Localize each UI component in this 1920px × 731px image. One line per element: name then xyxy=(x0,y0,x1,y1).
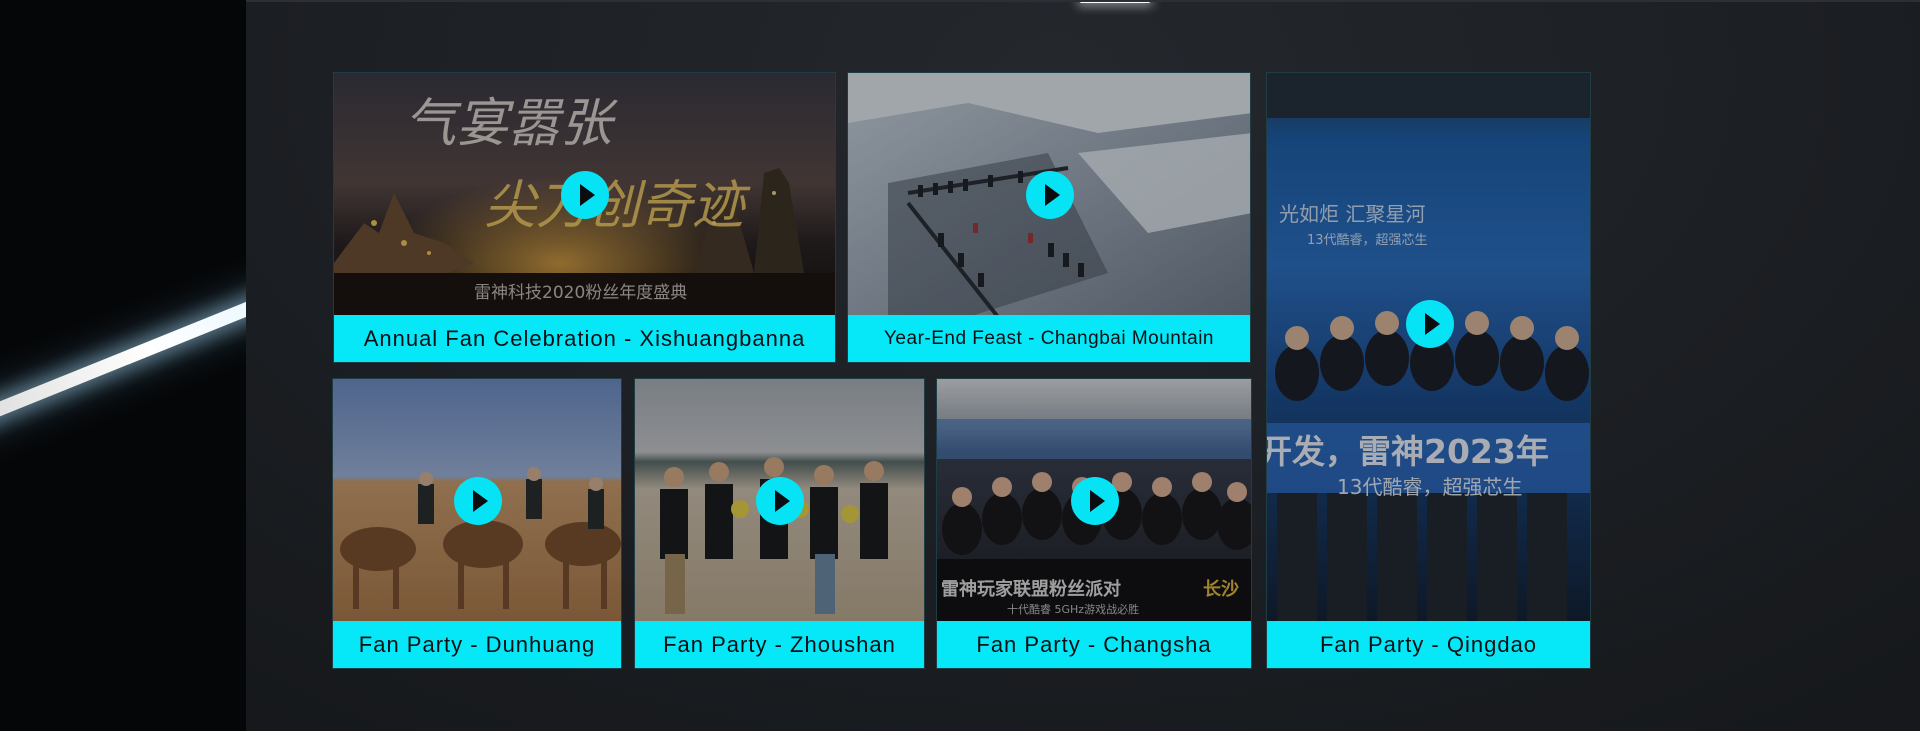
gallery-tile-xishuangbanna[interactable]: 气宴嚣张 尖刀创奇迹 雷神科技2020粉丝年度盛典 Annual Fan Cel… xyxy=(333,72,836,363)
video-thumbnail[interactable]: 光如炬 汇聚星河 13代酷睿，超强芯生 开发，雷神2023年 13代酷睿，超强芯… xyxy=(1267,73,1590,623)
thumbnail-dim-overlay xyxy=(1267,73,1590,623)
play-icon[interactable] xyxy=(756,477,804,525)
light-beam-decoration xyxy=(0,291,246,432)
gallery-tile-changbai-mountain[interactable]: Year-End Feast - Changbai Mountain xyxy=(847,72,1251,363)
tile-caption: Fan Party - Dunhuang xyxy=(333,621,621,668)
page-stage: 气宴嚣张 尖刀创奇迹 雷神科技2020粉丝年度盛典 Annual Fan Cel… xyxy=(0,0,1920,731)
tile-caption: Annual Fan Celebration - Xishuangbanna xyxy=(334,315,835,362)
tile-caption: Year-End Feast - Changbai Mountain xyxy=(848,315,1250,362)
tile-caption: Fan Party - Changsha xyxy=(937,621,1251,668)
gallery-tile-changsha[interactable]: 雷神玩家联盟粉丝派对 长沙 十代酷睿 5GHz游戏战必胜 Fan Party -… xyxy=(936,378,1252,669)
play-icon[interactable] xyxy=(454,477,502,525)
play-icon[interactable] xyxy=(1026,171,1074,219)
play-icon[interactable] xyxy=(1406,300,1454,348)
tile-caption: Fan Party - Qingdao xyxy=(1267,621,1590,668)
play-icon[interactable] xyxy=(1071,477,1119,525)
gallery-panel: 气宴嚣张 尖刀创奇迹 雷神科技2020粉丝年度盛典 Annual Fan Cel… xyxy=(246,0,1920,731)
tile-caption: Fan Party - Zhoushan xyxy=(635,621,924,668)
left-backdrop xyxy=(0,0,246,731)
play-icon[interactable] xyxy=(561,171,609,219)
gallery-tile-qingdao[interactable]: 光如炬 汇聚星河 13代酷睿，超强芯生 开发，雷神2023年 13代酷睿，超强芯… xyxy=(1266,72,1591,669)
gallery-tile-zhoushan[interactable]: Fan Party - Zhoushan xyxy=(634,378,925,669)
gallery-tile-dunhuang[interactable]: Fan Party - Dunhuang xyxy=(332,378,622,669)
